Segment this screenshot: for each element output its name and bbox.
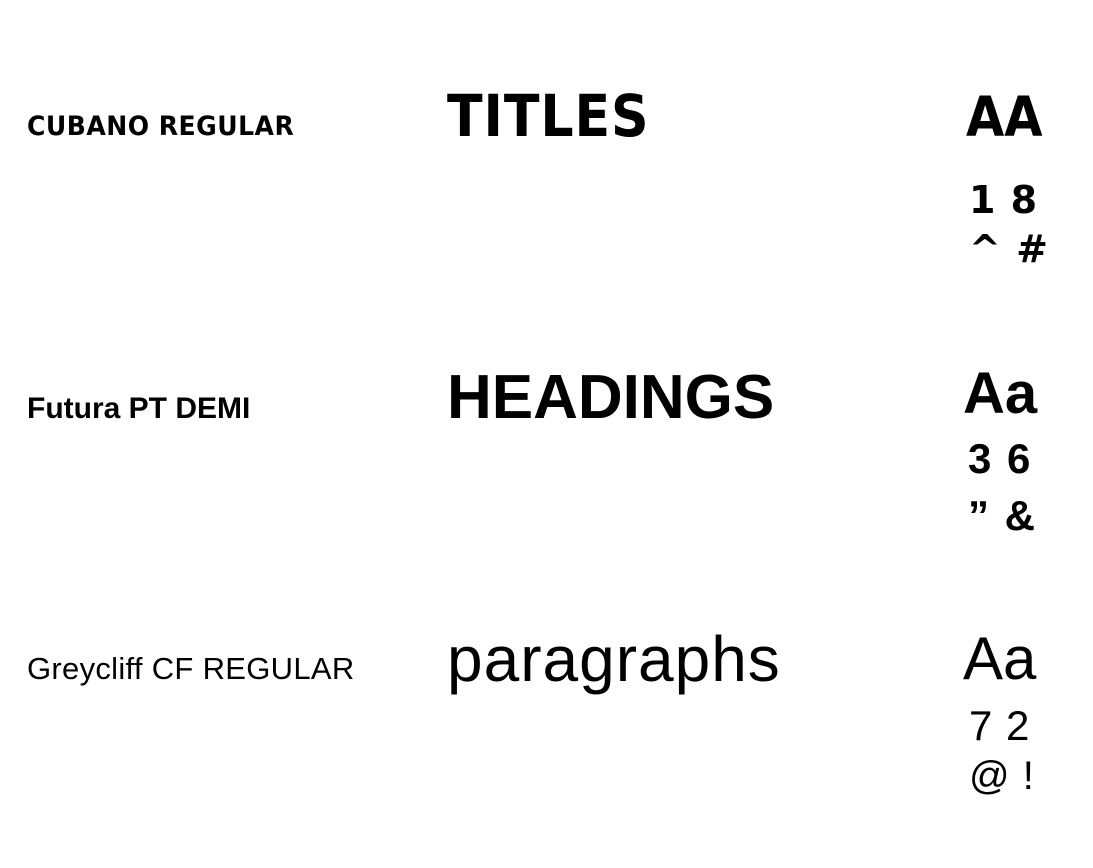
font-name-label: Futura PT DEMI [27, 392, 251, 425]
font-usage-sample: paragraphs [447, 623, 781, 695]
numeral-sample: 7 2 [969, 702, 1030, 749]
letter-case-sample: Aa [963, 625, 1037, 692]
font-usage-sample: HEADINGS [447, 363, 775, 432]
numeral-sample: 3 6 [968, 435, 1031, 482]
font-name-label: CUBANO REGULAR [27, 111, 295, 142]
numeral-sample: 1 8 [969, 178, 1038, 222]
font-name-label: Greycliff CF REGULAR [27, 651, 355, 686]
letter-case-sample: Aa [963, 361, 1038, 426]
letter-case-sample: AA [966, 85, 1043, 149]
font-usage-sample: TITLES [447, 82, 650, 150]
symbol-sample: @ ! [969, 754, 1034, 798]
symbol-sample: ” & [968, 492, 1035, 539]
symbol-sample: ^ # [969, 227, 1048, 271]
